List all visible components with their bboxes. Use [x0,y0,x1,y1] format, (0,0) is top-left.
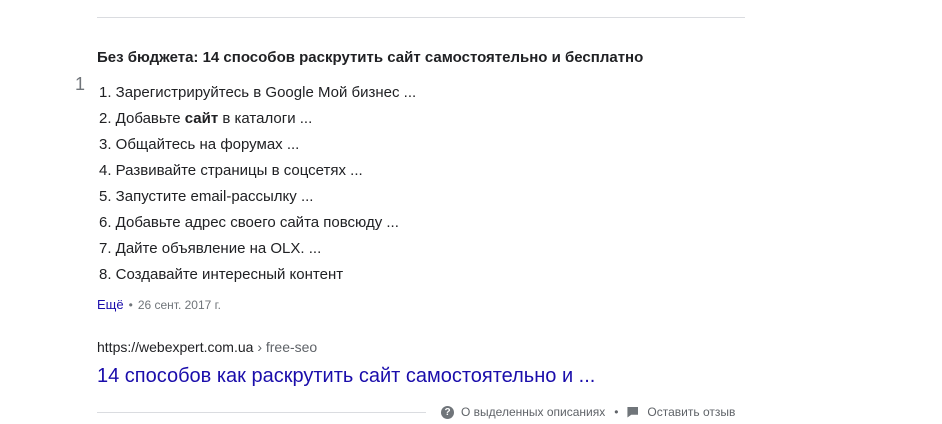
more-link[interactable]: Ещё [97,297,124,312]
feedback-label: Оставить отзыв [647,405,736,419]
feedback-button[interactable]: Оставить отзыв [627,405,735,419]
list-item: 1. Зарегистрируйтесь в Google Мой бизнес… [99,83,416,109]
about-snippets-label: О выделенных описаниях [461,405,606,419]
feedback-bar: ? О выделенных описаниях • Оставить отзы… [441,405,735,419]
cite-url: https://webexpert.com.ua [97,339,254,355]
steps-list: 1. Зарегистрируйтесь в Google Мой бизнес… [99,83,416,291]
list-item-text: 8. Создавайте интересный контент [99,266,344,283]
list-item-highlight: сайт [184,110,219,127]
side-marker: 1 [75,74,86,94]
snippet-heading: Без бюджета: 14 способов раскрутить сайт… [97,49,644,66]
list-item-text: 5. Запустите email-рассылку ... [99,188,314,205]
list-item-text: 7. Дайте объявление на OLX. ... [99,240,322,257]
result-cite[interactable]: https://webexpert.com.ua › free-seo [97,339,317,355]
list-item-text: 4. Развивайте страницы в соцсетях ... [99,162,363,179]
bottom-divider [97,412,426,413]
list-item: 2. Добавьте сайт в каталоги ... [99,109,416,135]
feedback-flag-icon [627,406,639,418]
top-divider [97,17,745,18]
cite-path: › free-seo [257,339,318,355]
list-item-text: 3. Общайтесь на форумах ... [99,136,300,153]
list-item: 3. Общайтесь на форумах ... [99,135,416,161]
list-item: 6. Добавьте адрес своего сайта повсюду .… [99,213,416,239]
list-item: 5. Запустите email-рассылку ... [99,187,416,213]
meta-separator: • [128,298,133,312]
list-item: 7. Дайте объявление на OLX. ... [99,239,416,265]
snippet-date: 26 сент. 2017 г. [137,298,221,312]
list-item-text: 6. Добавьте адрес своего сайта повсюду .… [99,214,399,231]
list-item-text-post: в каталоги ... [218,110,313,127]
list-item-text-pre: 2. Добавьте [99,110,185,127]
result-title-link[interactable]: 14 способов как раскрутить сайт самостоя… [97,365,595,388]
about-snippets-button[interactable]: ? О выделенных описаниях [441,405,605,419]
footer-separator: • [614,405,619,419]
list-item: 8. Создавайте интересный контент [99,265,416,291]
list-item: 4. Развивайте страницы в соцсетях ... [99,161,416,187]
list-item-text: 1. Зарегистрируйтесь в Google Мой бизнес… [99,84,417,101]
snippet-meta: Ещё • 26 сент. 2017 г. [97,297,221,312]
help-circle-icon: ? [441,405,454,419]
